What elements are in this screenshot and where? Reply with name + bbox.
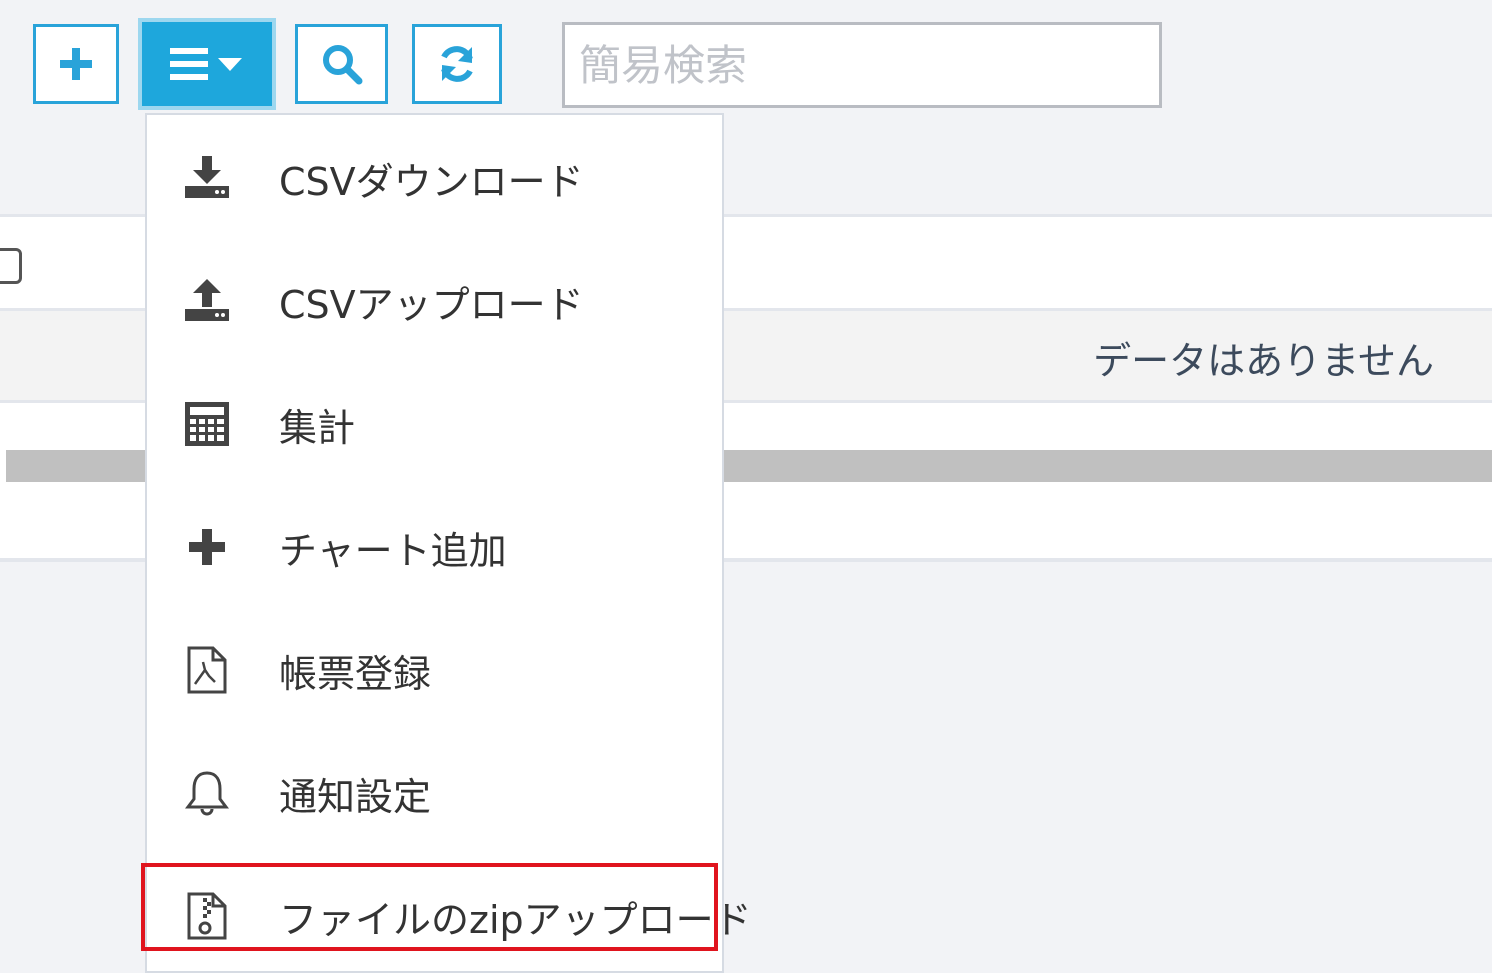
menu-item-label: チャート追加: [279, 528, 507, 573]
toolbar: [0, 0, 1492, 130]
menu-item-label: 集計: [279, 405, 356, 450]
menu-item-label: CSVダウンロード: [279, 159, 584, 204]
menu-dropdown-button[interactable]: [138, 18, 276, 110]
quick-search-input[interactable]: [562, 22, 1162, 108]
calculator-icon: [183, 400, 231, 448]
upload-icon: [183, 277, 231, 325]
menu-item-label: ファイルのzipアップロード: [279, 897, 752, 942]
menu-item-label: CSVアップロード: [279, 282, 584, 327]
plus-icon: [60, 48, 92, 80]
actions-dropdown-menu: CSVダウンロード CSVアップロード 集計 チャート追加 帳票登録 通知設定 …: [145, 113, 752, 973]
pdf-file-icon: [183, 646, 231, 694]
menu-item-aggregate[interactable]: 集計: [147, 369, 722, 479]
search-button[interactable]: [295, 24, 388, 104]
bell-icon: [183, 769, 231, 817]
menu-item-csv-upload[interactable]: CSVアップロード: [147, 246, 722, 356]
menu-item-label: 帳票登録: [279, 651, 432, 696]
download-icon: [183, 154, 231, 202]
empty-message: データはありません: [1093, 339, 1434, 383]
menu-item-add-chart[interactable]: チャート追加: [147, 492, 722, 602]
plus-icon: [183, 523, 231, 571]
menu-item-register-report[interactable]: 帳票登録: [147, 615, 722, 725]
menu-item-label: 通知設定: [279, 774, 432, 819]
search-icon: [322, 45, 362, 85]
refresh-button[interactable]: [412, 24, 502, 104]
refresh-icon: [441, 46, 473, 82]
bars-caret-icon: [170, 48, 242, 80]
menu-item-zip-upload[interactable]: ファイルのzipアップロード: [147, 861, 752, 971]
select-all-checkbox[interactable]: [0, 248, 22, 284]
menu-item-csv-download[interactable]: CSVダウンロード: [147, 123, 722, 233]
zip-file-icon: [183, 892, 231, 940]
menu-item-notification-settings[interactable]: 通知設定: [147, 738, 722, 848]
add-button[interactable]: [33, 24, 119, 104]
